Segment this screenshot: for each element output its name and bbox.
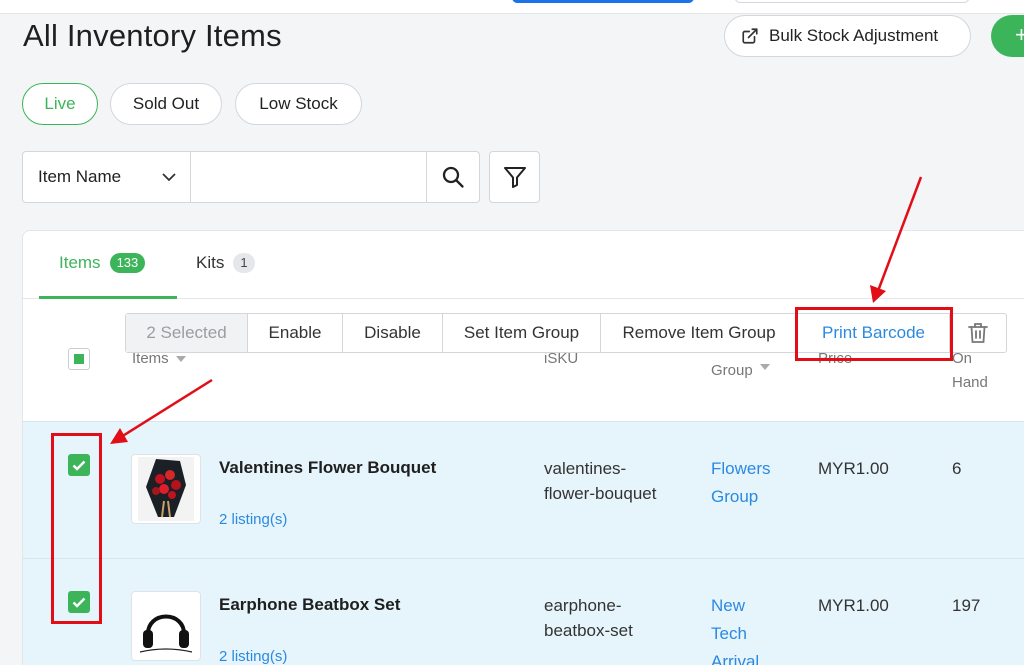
filter-button[interactable] [489, 151, 540, 203]
top-secondary-field[interactable] [734, 0, 970, 3]
flower-bouquet-icon [138, 457, 194, 521]
headphones-icon [139, 614, 193, 653]
select-all-checkbox[interactable] [68, 348, 90, 370]
table-row[interactable]: Valentines Flower Bouquet 2 listing(s) v… [23, 421, 1024, 558]
item-sku-line: earphone- [544, 596, 622, 615]
item-sku: earphone- beatbox-set [544, 593, 694, 643]
bulk-stock-adjustment-button[interactable]: Bulk Stock Adjustment [724, 15, 971, 57]
tab-kits-label: Kits [196, 253, 225, 272]
search-icon [442, 166, 464, 188]
item-sku-line: valentines- [544, 459, 627, 478]
table-row[interactable]: Earphone Beatbox Set 2 listing(s) earpho… [23, 558, 1024, 665]
tab-kits[interactable]: Kits 1 [196, 253, 255, 273]
top-bar [0, 0, 1024, 14]
remove-item-group-button[interactable]: Remove Item Group [601, 314, 798, 352]
filter-pill-low-stock[interactable]: Low Stock [235, 83, 362, 125]
trash-icon [968, 323, 988, 343]
item-group-line: Arrival [711, 652, 760, 665]
item-thumbnail[interactable] [131, 454, 201, 524]
delete-button[interactable] [950, 314, 1006, 352]
item-name[interactable]: Earphone Beatbox Set [219, 595, 400, 615]
item-price: MYR1.00 [818, 459, 889, 478]
sort-caret-icon [759, 364, 770, 371]
inventory-card: Items 133 Kits 1 Items iSKU Group Price … [22, 230, 1024, 665]
tab-kits-count-badge: 1 [233, 253, 255, 273]
tab-items-count-badge: 133 [109, 253, 146, 273]
item-sku: valentines- flower-bouquet [544, 456, 694, 506]
search-bar: Item Name [22, 151, 480, 203]
search-field-select[interactable]: Item Name [23, 152, 191, 202]
item-thumbnail[interactable] [131, 591, 201, 661]
column-header-group[interactable]: Group [711, 359, 770, 383]
tab-items-label: Items [59, 253, 101, 272]
bulk-stock-adjustment-label: Bulk Stock Adjustment [769, 26, 939, 45]
item-group-line: Group [711, 487, 759, 506]
item-on-hand: 6 [952, 459, 962, 478]
filter-pill-live[interactable]: Live [22, 83, 98, 125]
enable-button[interactable]: Enable [248, 314, 343, 352]
item-sku-line: flower-bouquet [544, 484, 657, 503]
item-listings-link[interactable]: 2 listing(s) [219, 648, 287, 665]
item-group-link[interactable]: New Tech Arrival [711, 592, 801, 665]
selected-count: 2 Selected [126, 314, 248, 352]
item-name[interactable]: Valentines Flower Bouquet [219, 458, 436, 478]
print-barcode-highlight-box [795, 307, 953, 361]
item-price: MYR1.00 [818, 596, 889, 615]
top-primary-button[interactable] [512, 0, 694, 3]
search-field-select-value: Item Name [38, 167, 122, 186]
sort-caret-icon [175, 356, 186, 363]
tab-items[interactable]: Items 133 [59, 253, 146, 273]
disable-button[interactable]: Disable [343, 314, 443, 352]
item-sku-line: beatbox-set [544, 621, 633, 640]
item-group-line: Tech [711, 624, 747, 643]
page-title: All Inventory Items [23, 18, 282, 53]
tab-active-indicator [39, 296, 177, 299]
item-group-line: New [711, 596, 746, 615]
item-group-link[interactable]: Flowers Group [711, 455, 801, 511]
item-listings-link[interactable]: 2 listing(s) [219, 511, 287, 528]
search-input[interactable] [191, 152, 426, 202]
column-header-group-label: Group [711, 362, 753, 379]
set-item-group-button[interactable]: Set Item Group [443, 314, 601, 352]
item-on-hand: 197 [952, 596, 981, 615]
chevron-down-icon [162, 172, 176, 181]
column-header-on-hand[interactable]: On Hand [952, 347, 988, 395]
funnel-icon [503, 167, 526, 188]
external-link-icon [742, 28, 758, 44]
item-group-line: Flowers [711, 459, 771, 478]
row-checkbox-highlight-box [51, 433, 102, 624]
column-header-hand-label: Hand [952, 374, 988, 391]
search-button[interactable] [426, 152, 479, 202]
add-item-button[interactable]: + [991, 15, 1024, 57]
filter-pill-sold-out[interactable]: Sold Out [110, 83, 222, 125]
